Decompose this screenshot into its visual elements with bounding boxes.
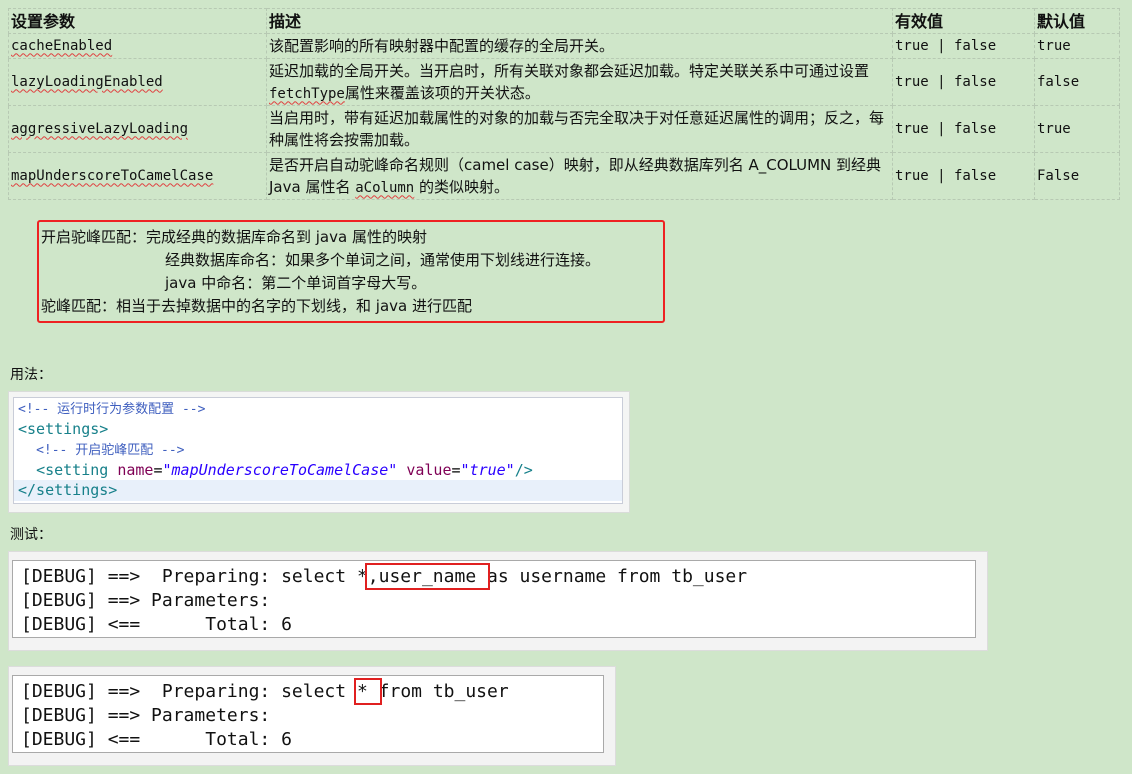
code-line: <!-- 开启驼峰匹配 --> [14, 439, 622, 460]
console-output: [DEBUG] ==> Preparing: select *,user_nam… [12, 560, 976, 638]
code-value: "true" [460, 460, 515, 479]
settings-table: 设置参数 描述 有效值 默认值 cacheEnabled 该配置影响的所有映射器… [8, 8, 1120, 200]
code-attr: value [397, 460, 452, 479]
desc-text: 属性来覆盖该项的开关状态。 [344, 83, 540, 102]
console-line: [DEBUG] ==> Parameters: [21, 705, 282, 726]
code-eq: = [451, 460, 461, 479]
param-desc: 当启用时，带有延迟加载属性的对象的加载与否完全取决于对任意延迟属性的调用；反之，… [266, 105, 893, 153]
usage-label: 用法： [10, 367, 52, 383]
console-text: [DEBUG] ==> Preparing: select * [21, 566, 368, 587]
valid-values: true | false [892, 33, 1035, 59]
desc-text: 的类似映射。 [414, 177, 510, 196]
console-screenshot-2: [DEBUG] ==> Preparing: select * from tb_… [8, 666, 616, 766]
code-tag: /> [514, 460, 533, 479]
code-editor: <!-- 运行时行为参数配置 --> <settings> <!-- 开启驼峰匹… [13, 397, 623, 504]
console-line: [DEBUG] <== Total: 6 [21, 614, 292, 635]
valid-values: true | false [892, 58, 1035, 106]
valid-values: true | false [892, 152, 1035, 200]
code-tag: <settings> [18, 419, 109, 438]
header-valid: 有效值 [892, 8, 1035, 34]
code-eq: = [153, 460, 163, 479]
console-line: [DEBUG] <== Total: 6 [21, 729, 292, 750]
code-line: <setting name="mapUnderscoreToCamelCase"… [14, 460, 622, 481]
console-screenshot-1: [DEBUG] ==> Preparing: select *,user_nam… [8, 551, 988, 651]
console-line: [DEBUG] ==> Preparing: select * from tb_… [13, 678, 603, 705]
table-row: mapUnderscoreToCamelCase 是否开启自动驼峰命名规则（ca… [8, 152, 1120, 200]
highlight-box: * [353, 678, 382, 705]
default-value: true [1034, 33, 1120, 59]
code-line: </settings> [14, 480, 622, 501]
param-name: aggressiveLazyLoading [8, 105, 267, 153]
default-value: False [1034, 152, 1120, 200]
code-comment: <!-- 开启驼峰匹配 --> [36, 443, 185, 458]
code-attr: name [117, 460, 154, 479]
valid-values: true | false [892, 105, 1035, 153]
param-name: mapUnderscoreToCamelCase [8, 152, 267, 200]
console-line: [DEBUG] ==> Preparing: select *,user_nam… [13, 563, 975, 590]
note-line: java 中命名：第二个单词首字母大写。 [165, 274, 427, 292]
param-desc: 延迟加载的全局开关。当开启时，所有关联对象都会延迟加载。特定关联关系中可通过设置… [266, 58, 893, 106]
header-default: 默认值 [1034, 8, 1120, 34]
camel-case-note-box: 开启驼峰匹配：完成经典的数据库命名到 java 属性的映射 经典数据库命名：如果… [37, 220, 665, 323]
code-screenshot: <!-- 运行时行为参数配置 --> <settings> <!-- 开启驼峰匹… [8, 391, 630, 513]
console-text: from tb_user [378, 681, 509, 702]
console-line: [DEBUG] ==> Parameters: [21, 590, 282, 611]
table-row: cacheEnabled 该配置影响的所有映射器中配置的缓存的全局开关。 tru… [8, 33, 1120, 59]
console-output: [DEBUG] ==> Preparing: select * from tb_… [12, 675, 604, 753]
note-line: 经典数据库命名：如果多个单词之间，通常使用下划线进行连接。 [165, 251, 601, 269]
highlight-box: ,user_name [364, 563, 491, 590]
table-header-row: 设置参数 描述 有效值 默认值 [8, 8, 1120, 34]
desc-text: 当启用时，带有延迟加载属性的对象的加载与否完全取决于对任意延迟属性的调用；反之，… [269, 109, 885, 149]
default-value: false [1034, 58, 1120, 106]
default-value: true [1034, 105, 1120, 153]
note-line: 开启驼峰匹配：完成经典的数据库命名到 java 属性的映射 [41, 228, 427, 246]
param-name: cacheEnabled [8, 33, 267, 59]
code-line: <!-- 运行时行为参数配置 --> [14, 398, 622, 419]
code-comment: <!-- 运行时行为参数配置 --> [18, 402, 206, 417]
code-tag: <setting [36, 460, 118, 479]
test-label: 测试： [10, 527, 52, 543]
code-line: <settings> [14, 419, 622, 440]
desc-text: 该配置影响的所有映射器中配置的缓存的全局开关。 [269, 37, 615, 55]
param-desc: 是否开启自动驼峰命名规则（camel case）映射，即从经典数据库列名 A_C… [266, 152, 893, 200]
console-text: as username from tb_user [487, 566, 748, 587]
code-tag: </settings> [18, 481, 118, 499]
note-line: 驼峰匹配：相当于去掉数据中的名字的下划线，和 java 进行匹配 [41, 297, 472, 315]
param-name: lazyLoadingEnabled [8, 58, 267, 106]
param-desc: 该配置影响的所有映射器中配置的缓存的全局开关。 [266, 33, 893, 59]
desc-text: 延迟加载的全局开关。当开启时，所有关联对象都会延迟加载。特定关联关系中可通过设置 [269, 61, 870, 80]
header-desc: 描述 [266, 8, 893, 34]
table-row: aggressiveLazyLoading 当启用时，带有延迟加载属性的对象的加… [8, 105, 1120, 153]
header-param: 设置参数 [8, 8, 267, 34]
desc-code: aColumn [355, 179, 415, 196]
desc-code: fetchType [269, 85, 345, 102]
table-row: lazyLoadingEnabled 延迟加载的全局开关。当开启时，所有关联对象… [8, 58, 1120, 106]
code-value: "mapUnderscoreToCamelCase" [162, 460, 398, 479]
console-text: [DEBUG] ==> Preparing: select [21, 681, 357, 702]
